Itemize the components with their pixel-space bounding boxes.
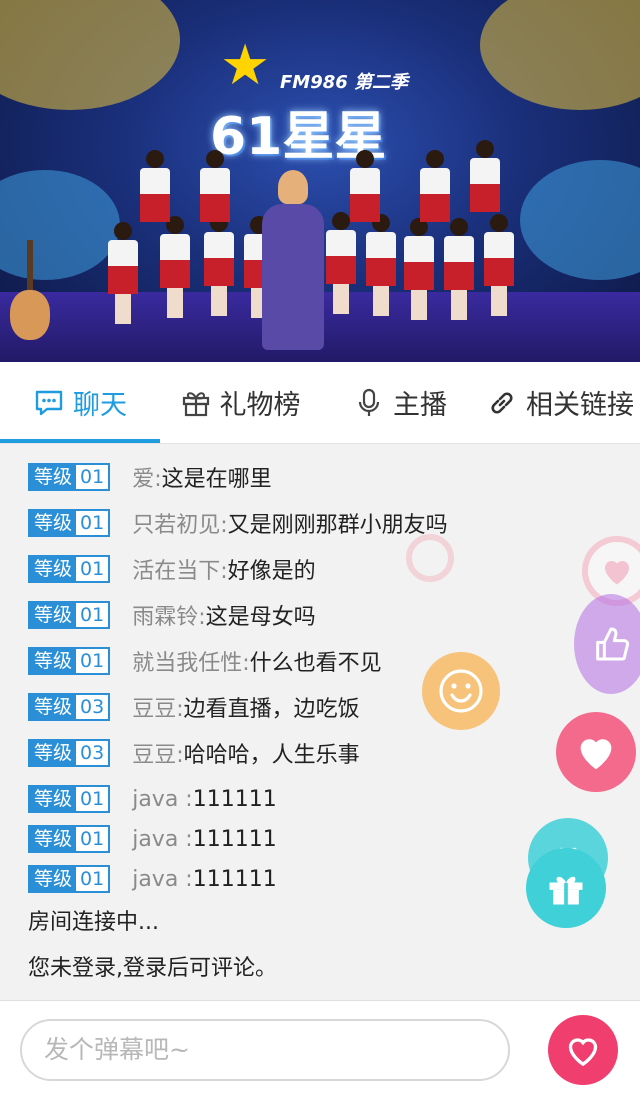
chat-message: 等级 01 就当我任性: 什么也看不见 — [28, 646, 382, 676]
level-badge: 等级 01 — [28, 785, 111, 813]
chat-username[interactable]: 雨霖铃: — [132, 599, 205, 631]
child-performer — [108, 222, 138, 324]
chat-username[interactable]: 活在当下: — [132, 553, 227, 585]
system-message-login[interactable]: 您未登录,登录后可评论。 — [28, 950, 277, 982]
tab-gift-ranking[interactable]: 礼物榜 — [160, 362, 320, 443]
child-performer — [420, 150, 450, 222]
child-performer — [366, 214, 396, 316]
chat-message: 等级 01 java : 111111 — [28, 864, 277, 894]
conductor-performer — [262, 170, 324, 350]
chat-text: 哈哈哈，人生乐事 — [183, 743, 360, 768]
level-badge: 等级 01 — [28, 601, 111, 629]
chat-message: 等级 01 java : 111111 — [28, 784, 277, 814]
chat-message: 等级 01 java : 111111 — [28, 824, 277, 854]
child-performer — [350, 150, 380, 222]
chat-username[interactable]: java : — [132, 787, 193, 812]
tab-label: 聊天 — [73, 390, 127, 421]
child-performer — [444, 218, 474, 320]
show-logo: ★ FM986 第二季 61星星 — [190, 33, 470, 168]
chat-username[interactable]: 就当我任性: — [132, 645, 249, 677]
chat-text: 111111 — [192, 826, 277, 852]
floating-heart-icon — [406, 534, 454, 582]
logo-station: FM986 第二季 — [280, 72, 409, 93]
heart-icon — [568, 1038, 598, 1067]
tab-chat[interactable]: 聊天 — [0, 362, 160, 443]
guitar-image — [10, 240, 50, 340]
child-performer — [404, 218, 434, 320]
like-button[interactable] — [548, 1015, 618, 1085]
chat-message: 等级 01 雨霖铃: 这是母女吗 — [28, 600, 316, 630]
floating-thumbs-up-icon — [574, 594, 640, 694]
tab-related-links[interactable]: 相关链接 — [480, 362, 640, 443]
child-performer — [326, 212, 356, 314]
active-tab-indicator — [0, 439, 160, 443]
level-badge: 等级 01 — [28, 647, 111, 675]
chat-username[interactable]: 只若初见: — [132, 507, 227, 539]
chat-text: 好像是的 — [227, 559, 316, 584]
level-badge: 等级 03 — [28, 693, 111, 721]
chat-text: 111111 — [192, 866, 277, 892]
chat-text: 又是刚刚那群小朋友吗 — [227, 513, 448, 538]
child-performer — [470, 140, 500, 212]
chat-text: 什么也看不见 — [249, 651, 382, 676]
link-icon — [486, 387, 518, 419]
gift-icon — [180, 387, 212, 419]
floating-heart-icon — [556, 712, 636, 792]
level-badge: 等级 01 — [28, 509, 111, 537]
background-swirl — [520, 160, 640, 280]
floating-smile-icon — [422, 652, 500, 730]
chat-text: 这是在哪里 — [161, 467, 272, 492]
tab-label: 主播 — [393, 390, 447, 421]
tab-label: 礼物榜 — [219, 390, 301, 421]
level-badge: 等级 01 — [28, 825, 111, 853]
chat-message: 等级 03 豆豆: 边看直播，边吃饭 — [28, 692, 360, 722]
chat-panel[interactable]: 等级 01 爱: 这是在哪里 等级 01 只若初见: 又是刚刚那群小朋友吗 等级 01… — [0, 444, 640, 1000]
danmaku-input[interactable]: 发个弹幕吧~ — [20, 1019, 510, 1081]
chat-username[interactable]: 豆豆: — [132, 691, 183, 723]
chat-message: 等级 01 只若初见: 又是刚刚那群小朋友吗 — [28, 508, 448, 538]
chat-text: 这是母女吗 — [205, 605, 316, 630]
live-video-player[interactable]: ★ FM986 第二季 61星星 — [0, 0, 640, 362]
child-performer — [140, 150, 170, 222]
star-icon: ★ — [220, 33, 271, 98]
chat-bubble-icon — [33, 387, 65, 419]
level-badge: 等级 03 — [28, 739, 111, 767]
chat-username[interactable]: java : — [132, 867, 193, 892]
level-badge: 等级 01 — [28, 865, 111, 893]
level-badge: 等级 01 — [28, 463, 111, 491]
comment-bar: 发个弹幕吧~ — [0, 1000, 640, 1097]
chat-text: 边看直播，边吃饭 — [183, 697, 360, 722]
chat-message: 等级 01 活在当下: 好像是的 — [28, 554, 316, 584]
tab-label: 相关链接 — [526, 390, 634, 421]
chat-username[interactable]: 豆豆: — [132, 737, 183, 769]
gift-button[interactable] — [526, 848, 606, 928]
chat-text: 111111 — [192, 786, 277, 812]
background-swirl — [480, 0, 640, 110]
level-badge: 等级 01 — [28, 555, 111, 583]
chat-message: 等级 03 豆豆: 哈哈哈，人生乐事 — [28, 738, 360, 768]
tab-host[interactable]: 主播 — [320, 362, 480, 443]
microphone-icon — [353, 387, 385, 419]
background-swirl — [0, 0, 180, 110]
chat-username[interactable]: java : — [132, 827, 193, 852]
child-performer — [160, 216, 190, 318]
system-message-connecting: 房间连接中... — [28, 910, 159, 935]
chat-message: 等级 01 爱: 这是在哪里 — [28, 462, 272, 492]
chat-username[interactable]: 爱: — [132, 461, 161, 493]
child-performer — [200, 150, 230, 222]
tab-bar: 聊天 礼物榜 主播 相关链接 — [0, 362, 640, 444]
child-performer — [204, 214, 234, 316]
child-performer — [484, 214, 514, 316]
